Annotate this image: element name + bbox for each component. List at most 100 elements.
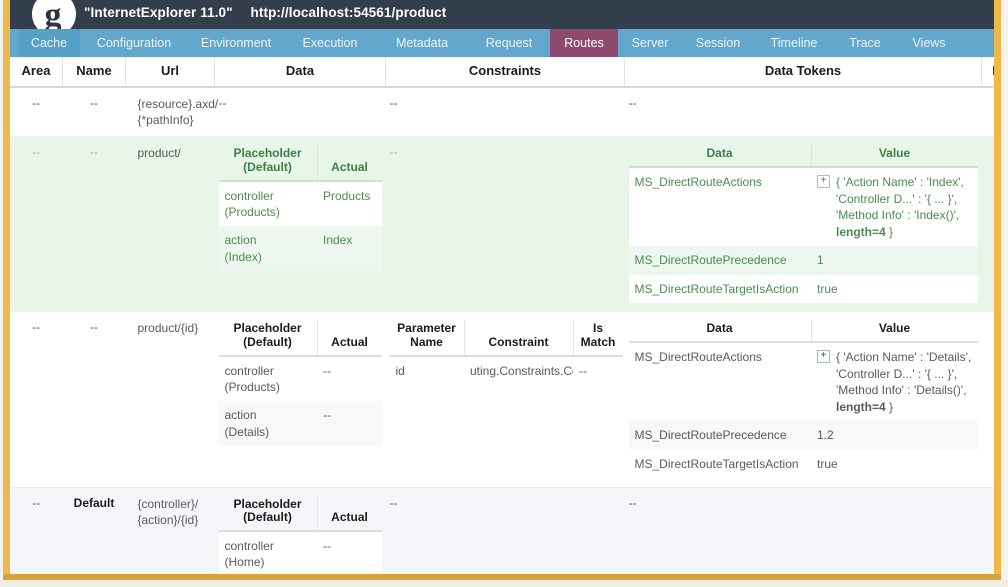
data-tokens-table-body: MS_DirectRouteActions + { 'Action Name' : …: [628, 167, 978, 304]
tab-execution[interactable]: Execution: [284, 29, 376, 57]
placeholder-actual-value: Index: [317, 226, 382, 271]
data-token-name: MS_DirectRoutePrecedence: [628, 421, 811, 450]
route-name: --: [90, 96, 98, 110]
tab-request[interactable]: Request: [468, 29, 550, 57]
col-header-constraints[interactable]: Constraints: [385, 57, 625, 88]
constraint-parameter-name: id: [389, 356, 464, 386]
cell-area: --: [10, 87, 63, 138]
tab-bar: Cache Configuration Environment Execution Me…: [10, 29, 994, 57]
col-header-area[interactable]: Area: [10, 57, 63, 88]
placeholder-name-cell: controller (Home): [218, 531, 317, 574]
cell-url: product/{id}: [125, 311, 215, 488]
tab-routes[interactable]: Routes: [550, 29, 618, 57]
cell-duration: 0.03 ms: [981, 136, 994, 313]
cell-duration: 0 ms: [981, 487, 994, 574]
parameter-name-label: Name: [410, 335, 443, 350]
tab-server[interactable]: Server: [618, 29, 682, 57]
placeholder-name-cell: controller (Products): [218, 180, 317, 227]
tab-environment[interactable]: Environment: [188, 29, 284, 57]
tab-trace[interactable]: Trace: [834, 29, 896, 57]
placeholder-label: Placeholder: [233, 321, 302, 336]
data-token-value: 1: [817, 252, 972, 269]
col-header-token-value[interactable]: Value: [811, 145, 978, 169]
col-header-data[interactable]: Data: [214, 57, 386, 88]
route-url-line2: {*pathInfo}: [137, 113, 194, 128]
data-tokens-table-body: MS_DirectRouteActions + { 'Action Name' : …: [628, 342, 978, 479]
data-token-value-part: { 'Action Name' : 'Details', 'Controller…: [836, 350, 972, 398]
placeholder-default-label: (Default): [243, 510, 292, 525]
data-tokens-table: Data Value MS_DirectRouteActions + { 'Action…: [628, 320, 978, 479]
plus-box-icon[interactable]: +: [817, 350, 830, 364]
col-header-duration[interactable]: Duration: [981, 57, 994, 88]
is-label: Is: [592, 321, 603, 336]
col-header-actual[interactable]: Actual: [317, 495, 382, 533]
cell-area: --: [10, 136, 63, 313]
tab-views[interactable]: Views: [896, 29, 962, 57]
constraint-table: Parameter Name Constraint Is Match id uting.Co…: [389, 320, 623, 386]
col-header-placeholder[interactable]: Placeholder (Default): [218, 320, 318, 358]
placeholder-row: action (Index) Index: [218, 226, 382, 271]
cell-data-tokens: Data Value MS_DirectRouteActions + { 'Action…: [624, 136, 982, 313]
constraints-empty: --: [389, 495, 398, 510]
cell-url: {controller}/{action}/{id}: [125, 487, 215, 574]
cell-data: Placeholder (Default) Actual controller (Hom…: [214, 487, 386, 574]
plus-box-icon[interactable]: +: [817, 175, 830, 189]
route-url-line1: {controller}/: [137, 496, 199, 511]
route-url: product/{id}: [138, 320, 211, 336]
data-tokens-header-row: Data Value: [628, 145, 978, 169]
route-url-line1: product/: [137, 146, 181, 161]
placeholder-label: Placeholder: [233, 146, 302, 161]
col-header-constraint[interactable]: Constraint: [464, 320, 574, 358]
col-header-name[interactable]: Name: [62, 57, 126, 88]
cell-data: Placeholder (Default) Actual controller (Pro…: [214, 311, 386, 488]
col-header-is-match[interactable]: Is Match: [573, 320, 623, 358]
placeholder-table: Placeholder (Default) Actual controller (Pro…: [218, 145, 382, 271]
data-token-value: true: [817, 281, 972, 298]
cell-constraints: Parameter Name Constraint Is Match id uting.Co…: [385, 311, 625, 488]
col-header-url[interactable]: Url: [125, 57, 215, 88]
col-header-placeholder[interactable]: Placeholder (Default): [218, 495, 318, 533]
cell-area: --: [10, 487, 63, 574]
data-token-row: MS_DirectRouteTargetIsAction true: [628, 449, 978, 479]
data-token-value-part: true: [817, 281, 838, 296]
data-token-value-length: length=4: [836, 224, 886, 239]
title-bar: g "InternetExplorer 11.0" http://localho…: [10, 0, 994, 36]
col-header-token-data[interactable]: Data: [628, 145, 812, 169]
col-header-token-data[interactable]: Data: [628, 320, 812, 344]
page-background-strip: [0, 580, 1008, 587]
placeholder-label: Placeholder: [233, 496, 302, 511]
cell-area: --: [10, 311, 63, 488]
data-token-row: MS_DirectRouteTargetIsAction true: [628, 274, 978, 304]
constraint-row: id uting.Constraints.Cc --: [389, 356, 623, 386]
data-token-name: MS_DirectRouteActions: [628, 342, 811, 422]
header-row: Area Name Url Data Constraints Data Toke…: [10, 57, 994, 88]
placeholder-name-cell: action (Details): [218, 401, 317, 446]
cell-url: product/: [125, 136, 215, 313]
data-token-value-wrap: + { 'Action Name' : 'Details', 'Controlle…: [817, 349, 972, 415]
col-header-token-value[interactable]: Value: [811, 320, 978, 344]
data-tokens-table-head: Data Value: [628, 320, 978, 344]
col-header-placeholder[interactable]: Placeholder (Default): [218, 145, 318, 182]
col-header-actual[interactable]: Actual: [317, 320, 382, 358]
tab-cache[interactable]: Cache: [18, 29, 80, 57]
col-header-actual[interactable]: Actual: [317, 145, 382, 182]
route-name: --: [90, 145, 98, 160]
placeholder-table-head: Placeholder (Default) Actual: [218, 320, 382, 358]
placeholder-actual-value: Products: [317, 180, 382, 227]
tab-metadata[interactable]: Metadata: [376, 29, 468, 57]
col-header-parameter-name[interactable]: Parameter Name: [389, 320, 465, 358]
route-url: {controller}/{action}/{id}: [138, 496, 211, 528]
data-token-name: MS_DirectRouteActions: [628, 167, 811, 247]
data-token-value-part: }: [885, 399, 894, 414]
tab-session[interactable]: Session: [682, 29, 754, 57]
data-token-value-wrap: + { 'Action Name' : 'Index', 'Controller …: [817, 174, 972, 240]
col-header-data-tokens[interactable]: Data Tokens: [624, 57, 982, 88]
data-token-value-wrap: 1.2: [817, 427, 972, 444]
placeholder-actual-value: --: [317, 356, 382, 402]
tab-configuration[interactable]: Configuration: [80, 29, 188, 57]
placeholder-row: action (Details) --: [218, 401, 382, 446]
data-token-row: MS_DirectRoutePrecedence 1.2: [628, 421, 978, 450]
data-token-value: { 'Action Name' : 'Details', 'Controller…: [836, 349, 972, 415]
placeholder-actual-value: --: [317, 531, 382, 574]
tab-timeline[interactable]: Timeline: [754, 29, 834, 57]
